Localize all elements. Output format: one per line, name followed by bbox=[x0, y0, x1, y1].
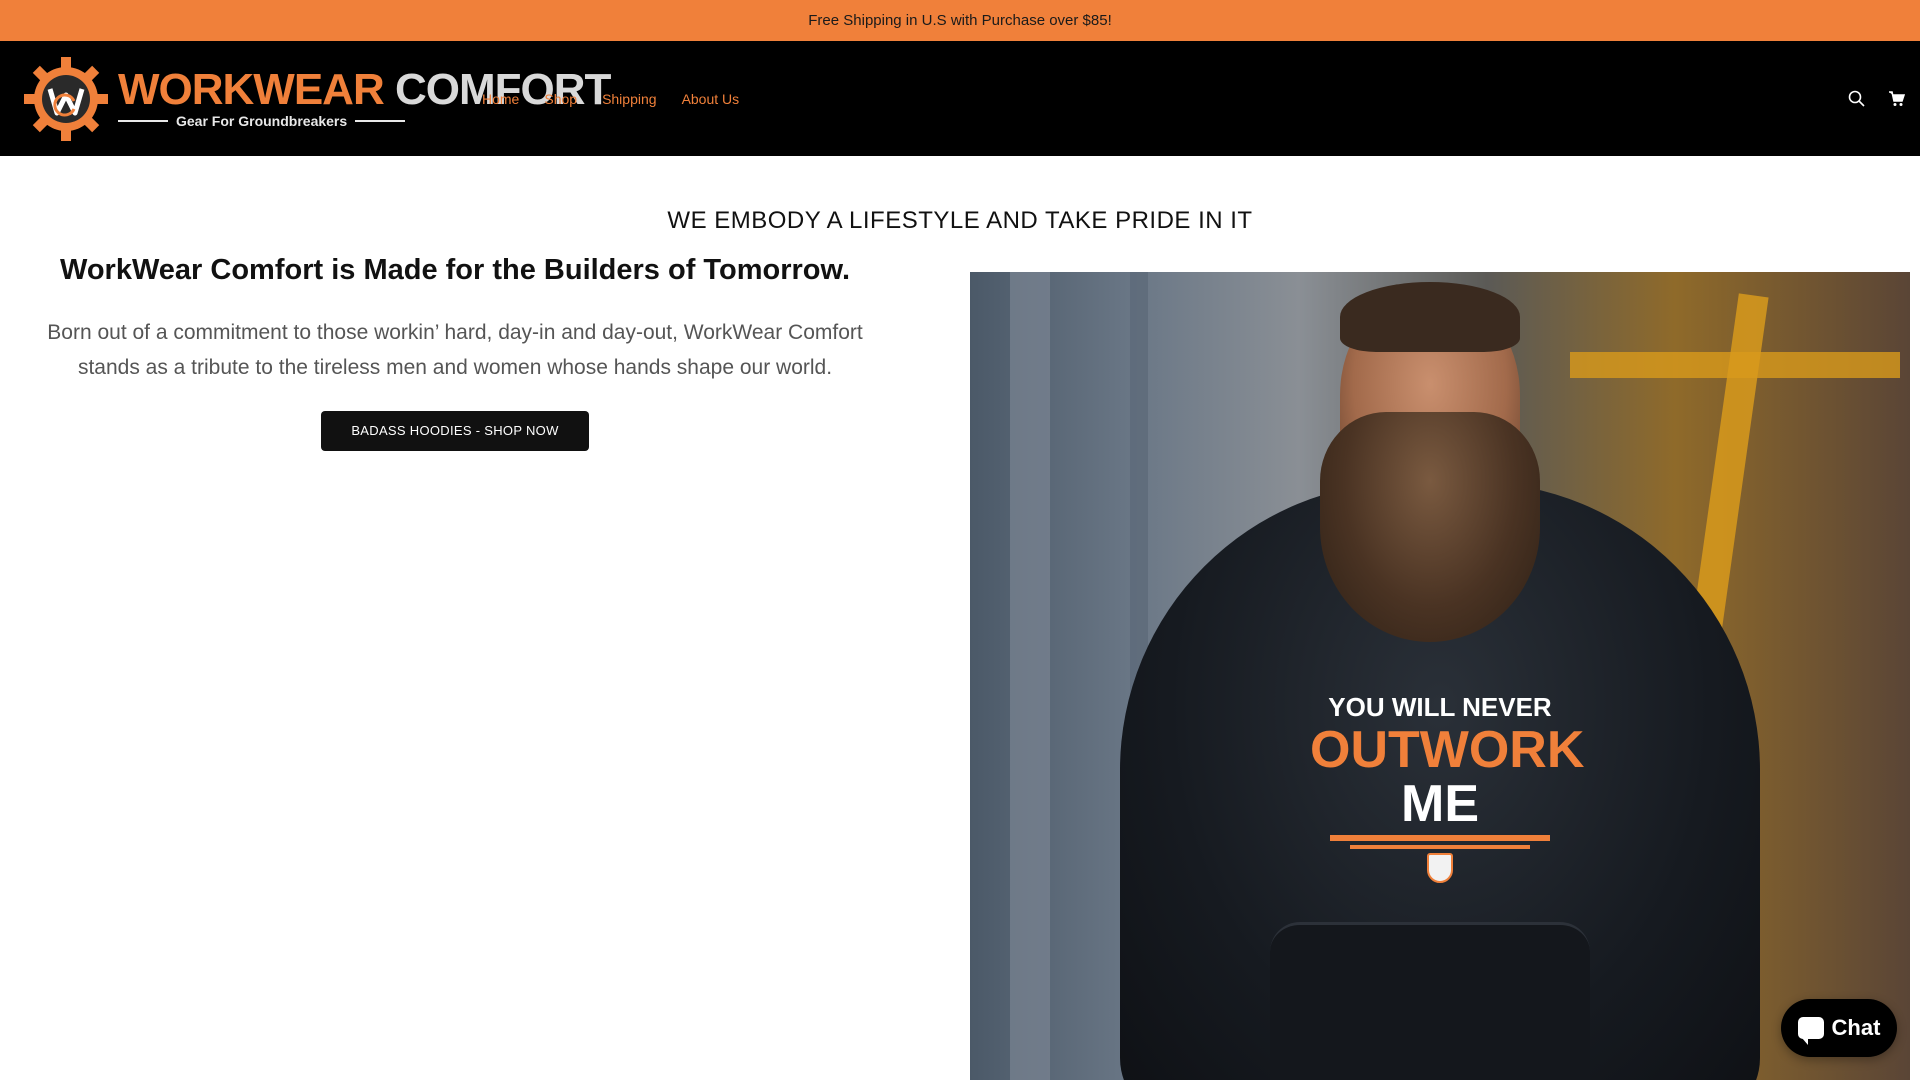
hoodie-print-outwork: OUTWORK bbox=[1310, 721, 1585, 779]
hero-hoodie-pocket bbox=[1270, 922, 1590, 1080]
logo-tagline: Gear For Groundbreakers bbox=[176, 113, 348, 129]
hero-image: YOU WILL NEVER OUTWORK ME bbox=[970, 272, 1910, 1080]
cart-icon[interactable] bbox=[1886, 89, 1906, 109]
section-tagline: WE EMBODY A LIFESTYLE AND TAKE PRIDE IN … bbox=[667, 207, 1253, 234]
hero-hair bbox=[1340, 282, 1520, 352]
chat-button[interactable]: Chat bbox=[1781, 999, 1897, 1057]
gear-logo-icon bbox=[22, 55, 110, 143]
search-icon[interactable] bbox=[1846, 89, 1866, 109]
shield-icon bbox=[1427, 853, 1453, 883]
main-nav: Home Shop Shipping About Us bbox=[482, 91, 739, 107]
nav-item-about-us[interactable]: About Us bbox=[682, 91, 740, 107]
hero-beard bbox=[1320, 412, 1540, 642]
nav-item-home[interactable]: Home bbox=[482, 91, 519, 107]
announcement-text: Free Shipping in U.S with Purchase over … bbox=[808, 12, 1112, 29]
logo-divider-right bbox=[355, 120, 406, 122]
announcement-bar: Free Shipping in U.S with Purchase over … bbox=[0, 0, 1920, 41]
hoodie-print-me: ME bbox=[1401, 775, 1479, 833]
hoodie-print-bar bbox=[1330, 835, 1550, 841]
chat-bubble-icon bbox=[1797, 1017, 1824, 1045]
chat-label: Chat bbox=[1831, 1015, 1881, 1040]
shop-hoodies-button[interactable]: BADASS HOODIES - SHOP NOW bbox=[321, 411, 589, 451]
logo-title-part2: COMFORT bbox=[394, 65, 611, 114]
nav-item-shop[interactable]: Shop bbox=[544, 91, 577, 107]
hoodie-print-bar bbox=[1350, 845, 1530, 849]
intro-heading: WorkWear Comfort is Made for the Builder… bbox=[59, 254, 851, 286]
hoodie-print-line1: YOU WILL NEVER bbox=[1328, 692, 1552, 722]
header-actions bbox=[1846, 41, 1906, 156]
site-logo[interactable]: WORKWEAR COMFORT Gear For Groundbreakers bbox=[22, 54, 611, 144]
hoodie-print: YOU WILL NEVER OUTWORK ME bbox=[1310, 692, 1584, 883]
hero-bg-pillar bbox=[1010, 272, 1050, 1080]
logo-divider-left bbox=[118, 120, 168, 122]
logo-title-part1: WORKWEAR bbox=[118, 65, 385, 114]
site-header: WORKWEAR COMFORT Gear For Groundbreakers… bbox=[0, 41, 1920, 156]
intro-section: WorkWear Comfort is Made for the Builder… bbox=[0, 254, 910, 451]
nav-item-shipping[interactable]: Shipping bbox=[602, 91, 657, 107]
intro-body: Born out of a commitment to those workin… bbox=[47, 321, 863, 379]
